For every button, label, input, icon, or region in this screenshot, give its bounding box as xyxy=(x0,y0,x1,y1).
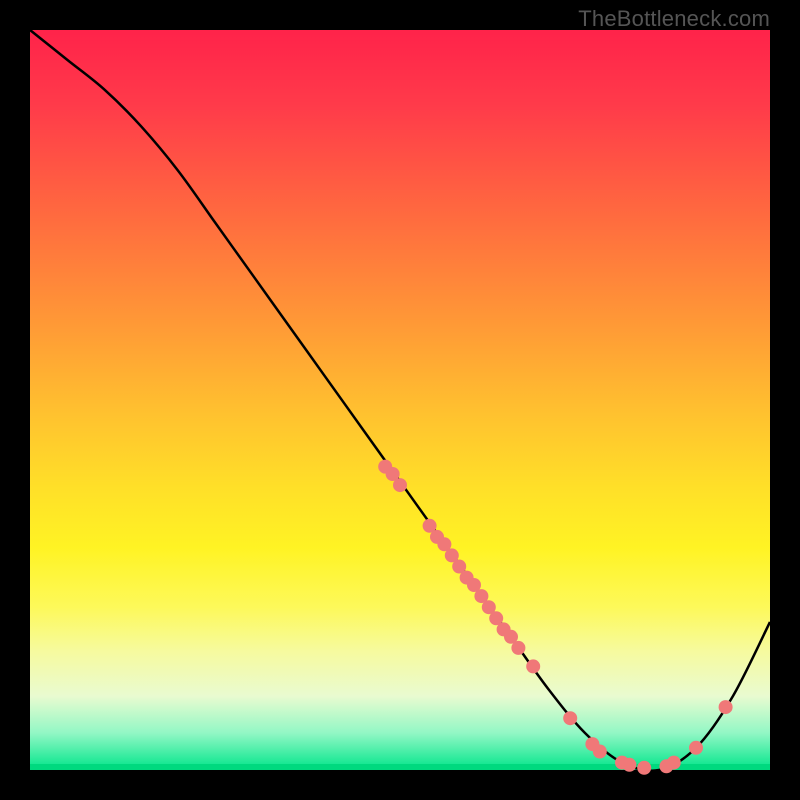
chart-container: TheBottleneck.com xyxy=(0,0,800,800)
attribution-label: TheBottleneck.com xyxy=(578,6,770,32)
curve-marker xyxy=(593,745,607,759)
curve-marker xyxy=(622,758,636,772)
bottleneck-curve xyxy=(30,30,770,771)
curve-marker xyxy=(511,641,525,655)
chart-svg xyxy=(30,30,770,770)
curve-marker xyxy=(563,711,577,725)
curve-markers xyxy=(378,460,732,775)
curve-marker xyxy=(667,756,681,770)
curve-marker xyxy=(393,478,407,492)
curve-marker xyxy=(719,700,733,714)
curve-marker xyxy=(526,659,540,673)
curve-marker xyxy=(689,741,703,755)
curve-marker xyxy=(637,761,651,775)
plot-area xyxy=(30,30,770,770)
